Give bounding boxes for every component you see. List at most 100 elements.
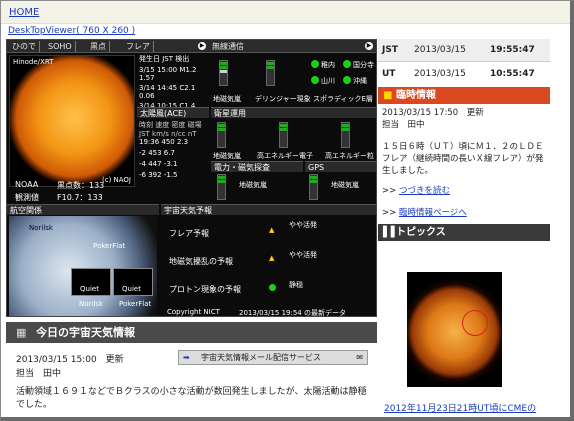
map-label: Norilsk — [29, 224, 53, 232]
ace-row: -2 453 6.7 — [139, 149, 175, 157]
topics-title: トピックス — [396, 227, 446, 238]
gps-title: GPS — [305, 161, 376, 172]
ut-time: 10:55:47 — [490, 69, 535, 79]
tab-hinode[interactable]: ひので — [9, 41, 40, 52]
ace-row: -4 447 -3.1 — [139, 160, 178, 168]
ace-title: 太陽風(ACE) — [137, 107, 209, 118]
today-body: 活動領域１６９１などでＢクラスの小さな活動が数回発生しましたが、太陽活動は静穏で… — [16, 387, 367, 410]
radio-gauge — [266, 60, 275, 86]
quiet-label: Quiet — [122, 285, 141, 293]
quiet-panel: Quiet — [113, 268, 153, 296]
today-title: 今日の宇宙天気情報 — [36, 326, 135, 339]
mail-service-button[interactable]: ➡ 宇宙天気情報メール配信サービス ✉ — [178, 350, 368, 365]
map-bottom-label: PokerFlat — [119, 300, 152, 308]
aviation-globe-map[interactable]: Norilsk PokerFlat Quiet Quiet Norilsk Po… — [9, 216, 157, 316]
forecast-title: 宇宙天気予報 — [161, 204, 376, 215]
jst-label: JST — [382, 45, 398, 55]
mail-icon: ✉ — [356, 353, 363, 362]
radio-arrow-icon[interactable]: ▶ — [365, 42, 373, 50]
forecast-label: 地磁気擾乱の予報 — [169, 257, 233, 266]
alert-icon: ■ — [383, 90, 393, 101]
f107-value: F10.7：133 — [57, 193, 103, 202]
station-label: 沖縄 — [353, 77, 367, 85]
quiet-panel: Quiet — [71, 268, 111, 296]
forecast-status: やや活発 — [289, 221, 317, 229]
flare-arrow-icon[interactable]: ▶ — [198, 42, 206, 50]
mail-service-label: 宇宙天気情報メール配信サービス — [201, 353, 321, 362]
power-title: 電力・磁気探査 — [211, 161, 303, 172]
jst-time: 19:55:47 — [490, 45, 535, 55]
topics-icon: ▌▌ — [383, 227, 399, 238]
jst-row: JST 2013/03/15 19:55:47 — [378, 39, 550, 62]
topics-caption-link[interactable]: 2012年11月23日21時UT頃にCMEの — [384, 401, 536, 414]
flare-row: 3/15 15:00 M1.2 1.57 — [139, 66, 197, 82]
satellite-label: 高エネルギー電子 — [257, 152, 313, 160]
tab-radio[interactable]: 無線通信 — [209, 41, 247, 52]
observed-label: 観測値 — [15, 193, 39, 202]
aviation-title: 航空関係 — [7, 204, 159, 215]
ace-row: 19:36 450 2.3 — [139, 138, 189, 146]
warning-icon: ▲ — [269, 254, 275, 262]
status-dot-icon — [343, 76, 351, 84]
ace-row: -6 392 -1.5 — [139, 171, 178, 179]
read-more-link[interactable]: つづきを読む — [399, 186, 450, 196]
copyright: Copyright NICT — [167, 308, 220, 316]
radio-label: スポラディックE層 — [313, 95, 373, 103]
quiet-label: Quiet — [80, 285, 99, 293]
sun-credit: (c) NAOJ — [101, 176, 131, 184]
flare-header: 発生日 JST 検出 — [139, 55, 190, 63]
sunspot-number: 黒点数：133 — [57, 181, 105, 190]
jst-date: 2013/03/15 — [414, 45, 466, 55]
warning-icon: ▲ — [269, 226, 275, 234]
home-link[interactable]: HOME — [9, 7, 39, 18]
temp-info-text: １５日６時（ＵＴ）頃にＭ１．２のＬＤＥフレア（継続時間の長いＸ線フレア）が発生し… — [382, 142, 544, 176]
station-label: 国分寺 — [353, 61, 374, 69]
forecast-status: やや活発 — [289, 251, 317, 259]
ut-label: UT — [382, 69, 396, 79]
ace-units: JST km/s n/cc nT — [139, 130, 197, 138]
today-person: 担当 田中 — [16, 369, 62, 379]
arrow-right-icon: ➡ — [183, 353, 190, 362]
highlight-circle — [462, 310, 488, 336]
temp-info-body: 2013/03/15 17:50 更新 担当 田中 １５日６時（ＵＴ）頃にＭ１．… — [378, 104, 550, 222]
satellite-label: 地磁気嵐 — [213, 152, 241, 160]
read-more-row: >> つづきを読む — [382, 186, 450, 196]
desktop-viewer-link[interactable]: DeskTopViewer( 760 X 260 ) — [8, 26, 135, 36]
temp-page-link[interactable]: 臨時情報ページへ — [399, 208, 467, 218]
ut-row: UT 2013/03/15 10:55:47 — [378, 62, 550, 85]
station-label: 山川 — [321, 77, 335, 85]
map-bottom-label: Norilsk — [79, 300, 103, 308]
radio-label: デリンジャー現象 — [255, 95, 311, 103]
top-bar — [1, 1, 570, 24]
temp-page-row: >> 臨時情報ページへ — [382, 208, 467, 218]
sun-image-label: Hinode/XRT — [13, 58, 54, 66]
sun-image[interactable]: Hinode/XRT (c) NAOJ — [9, 55, 135, 187]
right-column: JST 2013/03/15 19:55:47 UT 2013/03/15 10… — [378, 39, 550, 241]
station-label: 稚内 — [321, 61, 335, 69]
satellite-gauge — [279, 122, 288, 148]
dashboard-panel: ひので SOHO 黒点 フレア 無線通信 ▶ ▶ Hinode/XRT (c) … — [6, 39, 377, 317]
satellite-gauge — [341, 122, 350, 148]
status-dot-icon — [269, 284, 276, 291]
tab-soho[interactable]: SOHO — [45, 41, 76, 52]
status-dot-icon — [311, 60, 319, 68]
forecast-label: フレア予報 — [169, 229, 209, 238]
ut-date: 2013/03/15 — [414, 69, 466, 79]
status-dot-icon — [343, 60, 351, 68]
ace-header: 時刻 速度 密度 磁場 — [139, 121, 202, 129]
map-label: PokerFlat — [93, 242, 126, 250]
tab-sunspot[interactable]: 黒点 — [87, 41, 110, 52]
power-gauge — [217, 174, 226, 200]
flare-row: 3/14 14:45 C2.1 0.06 — [139, 84, 196, 100]
today-meta: 2013/03/15 15:00 更新 — [16, 355, 124, 365]
satellite-title: 衛星運用 — [211, 107, 376, 118]
gps-gauge — [309, 174, 318, 200]
today-icon: ▦ — [16, 326, 27, 339]
topics-sun-image[interactable] — [407, 272, 502, 387]
tab-flare[interactable]: フレア — [123, 41, 154, 52]
temp-info-person: 担当 田中 — [382, 120, 425, 130]
radio-gauge — [219, 60, 228, 86]
gps-label: 地磁気嵐 — [331, 181, 359, 189]
forecast-status: 静穏 — [289, 281, 303, 289]
forecast-label: プロトン現象の予報 — [169, 285, 241, 294]
